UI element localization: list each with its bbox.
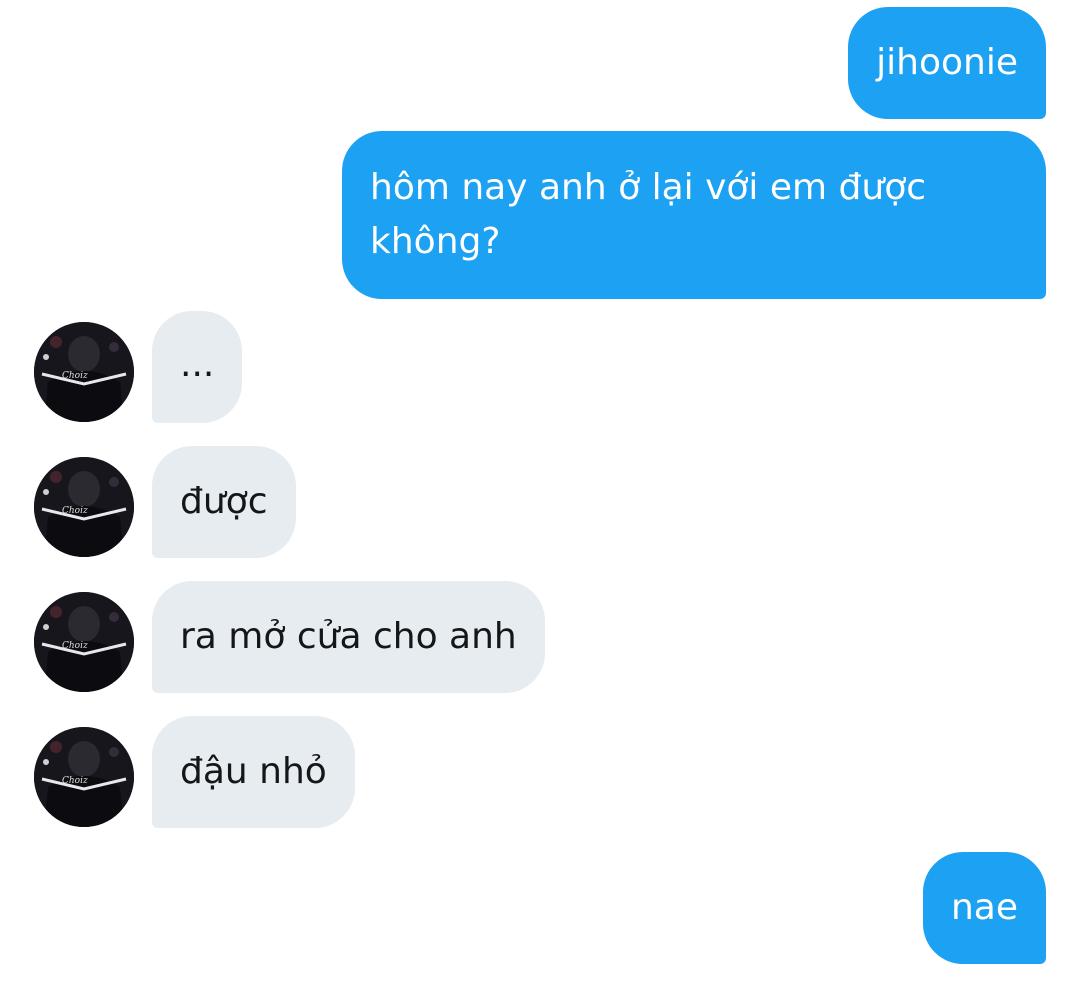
received-message-bubble[interactable]: ra mở cửa cho anh (152, 581, 545, 693)
message-text: ra mở cửa cho anh (180, 616, 517, 657)
avatar-image: Choiz (34, 457, 134, 557)
message-text: đậu nhỏ (180, 751, 327, 792)
sent-message-bubble[interactable]: hôm nay anh ở lại với em được không? (342, 131, 1046, 299)
svg-text:Choiz: Choiz (62, 641, 88, 651)
avatar[interactable]: Choiz (34, 322, 134, 422)
avatar[interactable]: Choiz (34, 727, 134, 827)
received-message-bubble[interactable]: ... (152, 311, 243, 423)
avatar-image: Choiz (34, 592, 134, 692)
svg-text:Choiz: Choiz (62, 776, 88, 786)
sent-message-bubble[interactable]: jihoonie (848, 7, 1046, 119)
dm-conversation: { "conversation": { "messages": [ {"send… (0, 0, 1079, 986)
svg-text:Choiz: Choiz (62, 506, 88, 516)
received-message-bubble[interactable]: được (152, 446, 296, 558)
svg-text:Choiz: Choiz (62, 371, 88, 381)
received-message-bubble[interactable]: đậu nhỏ (152, 716, 355, 828)
message-text: hôm nay anh ở lại với em được không? (370, 167, 927, 262)
avatar[interactable]: Choiz (34, 592, 134, 692)
message-text: ... (180, 344, 215, 385)
avatar-image: Choiz (34, 727, 134, 827)
message-text: được (180, 481, 268, 522)
avatar-image: Choiz (34, 322, 134, 422)
sent-message-bubble[interactable]: nae (922, 852, 1046, 964)
avatar[interactable]: Choiz (34, 457, 134, 557)
message-text: nae (950, 887, 1018, 928)
message-text: jihoonie (876, 42, 1018, 83)
